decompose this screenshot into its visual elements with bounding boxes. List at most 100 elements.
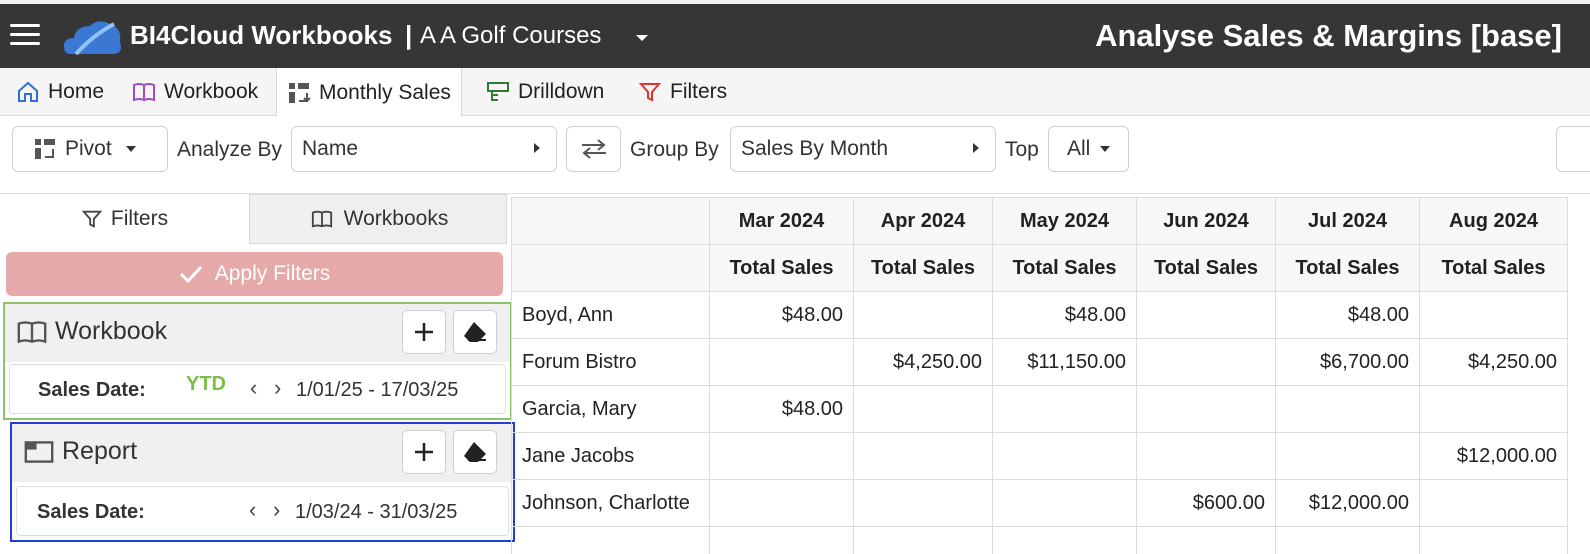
- value-cell[interactable]: [709, 479, 854, 527]
- value-cell[interactable]: [853, 291, 993, 339]
- row-name-cell[interactable]: Forum Bistro: [511, 338, 710, 386]
- chevron-left-icon[interactable]: ‹: [249, 497, 256, 523]
- row-name-cell[interactable]: Boyd, Ann: [511, 291, 710, 339]
- group-by-select[interactable]: Sales By Month: [730, 126, 996, 172]
- value-cell[interactable]: [1136, 526, 1276, 554]
- top-select[interactable]: All: [1048, 126, 1129, 172]
- value-cell[interactable]: $11,150.00: [992, 338, 1137, 386]
- value-cell[interactable]: [992, 526, 1137, 554]
- value-cell[interactable]: $48.00: [709, 385, 854, 433]
- value-cell[interactable]: [992, 385, 1137, 433]
- workbook-sales-date-row[interactable]: Sales Date: YTD ‹ › 1/01/25 - 17/03/25: [9, 364, 506, 414]
- company-dropdown-icon[interactable]: [636, 35, 648, 41]
- value-cell[interactable]: $4,250.00: [1419, 338, 1568, 386]
- value-cell[interactable]: $4,250.00: [853, 338, 993, 386]
- value-cell[interactable]: [1136, 291, 1276, 339]
- table-row[interactable]: [511, 526, 1568, 554]
- tab-home[interactable]: Home: [6, 68, 114, 116]
- value-cell[interactable]: $48.00: [1275, 291, 1420, 339]
- clear-filter-button[interactable]: [453, 310, 497, 354]
- measure-column-header[interactable]: Total Sales: [1275, 244, 1420, 292]
- row-name-cell[interactable]: Jane Jacobs: [511, 432, 710, 480]
- measure-column-header[interactable]: Total Sales: [853, 244, 993, 292]
- clear-filter-button[interactable]: [453, 430, 497, 474]
- swap-axes-button[interactable]: [566, 126, 621, 172]
- table-row[interactable]: Forum Bistro $4,250.00 $11,150.00 $6,700.00…: [511, 338, 1568, 386]
- chevron-right-icon[interactable]: ›: [274, 375, 281, 401]
- value-cell[interactable]: [1136, 385, 1276, 433]
- chevron-right-icon[interactable]: ›: [273, 497, 280, 523]
- table-row[interactable]: Boyd, Ann $48.00 $48.00 $48.00: [511, 291, 1568, 339]
- tab-workbook[interactable]: Workbook: [122, 68, 268, 116]
- value-cell[interactable]: [992, 432, 1137, 480]
- value-cell[interactable]: [853, 432, 993, 480]
- value-cell[interactable]: [1136, 338, 1276, 386]
- month-header-row: Mar 2024 Apr 2024 May 2024 Jun 2024 Jul 2024…: [511, 197, 1568, 245]
- table-row[interactable]: Garcia, Mary $48.00: [511, 385, 1568, 433]
- apply-filters-button[interactable]: Apply Filters: [6, 252, 503, 296]
- value-cell[interactable]: [853, 526, 993, 554]
- value-cell[interactable]: $12,000.00: [1419, 432, 1568, 480]
- top-value: All: [1067, 137, 1091, 160]
- add-filter-button[interactable]: [402, 310, 446, 354]
- pivot-button[interactable]: Pivot: [12, 126, 168, 172]
- value-cell[interactable]: [709, 338, 854, 386]
- value-cell[interactable]: [992, 479, 1137, 527]
- sales-date-label: Sales Date:: [37, 501, 145, 523]
- sidepanel-tab-filters[interactable]: Filters: [0, 194, 249, 244]
- corner-cell: [511, 244, 710, 292]
- value-cell[interactable]: [853, 385, 993, 433]
- value-cell[interactable]: [1136, 432, 1276, 480]
- month-column-header[interactable]: Apr 2024: [853, 197, 993, 245]
- value-cell[interactable]: [1419, 479, 1568, 527]
- value-cell[interactable]: $6,700.00: [1275, 338, 1420, 386]
- group-by-value: Sales By Month: [741, 137, 889, 160]
- report-window-icon: [24, 441, 54, 463]
- sidepanel-tab-workbooks[interactable]: Workbooks: [249, 194, 507, 244]
- toolbar-overflow-button[interactable]: [1556, 126, 1590, 172]
- value-cell[interactable]: [1275, 526, 1420, 554]
- value-cell[interactable]: [1275, 385, 1420, 433]
- chevron-left-icon[interactable]: ‹: [250, 375, 257, 401]
- measure-column-header[interactable]: Total Sales: [709, 244, 854, 292]
- filter-icon: [81, 210, 103, 228]
- tab-filters[interactable]: Filters: [628, 68, 737, 116]
- measure-column-header[interactable]: Total Sales: [1419, 244, 1568, 292]
- tab-filters-label: Filters: [670, 80, 728, 103]
- table-row[interactable]: Jane Jacobs $12,000.00: [511, 432, 1568, 480]
- value-cell[interactable]: [853, 479, 993, 527]
- table-row[interactable]: Johnson, Charlotte $600.00 $12,000.00: [511, 479, 1568, 527]
- measure-column-header[interactable]: Total Sales: [1136, 244, 1276, 292]
- month-column-header[interactable]: Jun 2024: [1136, 197, 1276, 245]
- tab-monthly-sales[interactable]: Monthly Sales: [276, 68, 462, 117]
- row-name-cell[interactable]: Garcia, Mary: [511, 385, 710, 433]
- title-separator: |: [405, 20, 413, 50]
- month-column-header[interactable]: Mar 2024: [709, 197, 854, 245]
- row-name-cell[interactable]: Johnson, Charlotte: [511, 479, 710, 527]
- value-cell[interactable]: $12,000.00: [1275, 479, 1420, 527]
- value-cell[interactable]: [1419, 385, 1568, 433]
- value-cell[interactable]: $48.00: [992, 291, 1137, 339]
- value-cell[interactable]: $48.00: [709, 291, 854, 339]
- value-cell[interactable]: [709, 526, 854, 554]
- add-filter-button[interactable]: [402, 430, 446, 474]
- month-column-header[interactable]: Aug 2024: [1419, 197, 1568, 245]
- month-column-header[interactable]: May 2024: [992, 197, 1137, 245]
- value-cell[interactable]: [1419, 291, 1568, 339]
- value-cell[interactable]: [709, 432, 854, 480]
- company-name: A A Golf Courses: [420, 22, 602, 49]
- month-column-header[interactable]: Jul 2024: [1275, 197, 1420, 245]
- analyze-by-select[interactable]: Name: [291, 126, 557, 172]
- eraser-icon: [464, 442, 486, 462]
- measure-column-header[interactable]: Total Sales: [992, 244, 1137, 292]
- value-cell[interactable]: [1419, 526, 1568, 554]
- tab-monthly-sales-label: Monthly Sales: [319, 80, 451, 104]
- tab-drilldown[interactable]: Drilldown: [476, 68, 614, 116]
- value-cell[interactable]: [1275, 432, 1420, 480]
- value-cell[interactable]: $600.00: [1136, 479, 1276, 527]
- toolbar: Pivot Analyze By Name Group By Sales By …: [0, 116, 1590, 194]
- cloud-logo-icon: [64, 21, 121, 56]
- report-sales-date-row[interactable]: Sales Date: ‹ › 1/03/24 - 31/03/25: [16, 486, 509, 536]
- hamburger-menu-icon[interactable]: [10, 24, 40, 48]
- value-cell[interactable]: [511, 526, 710, 554]
